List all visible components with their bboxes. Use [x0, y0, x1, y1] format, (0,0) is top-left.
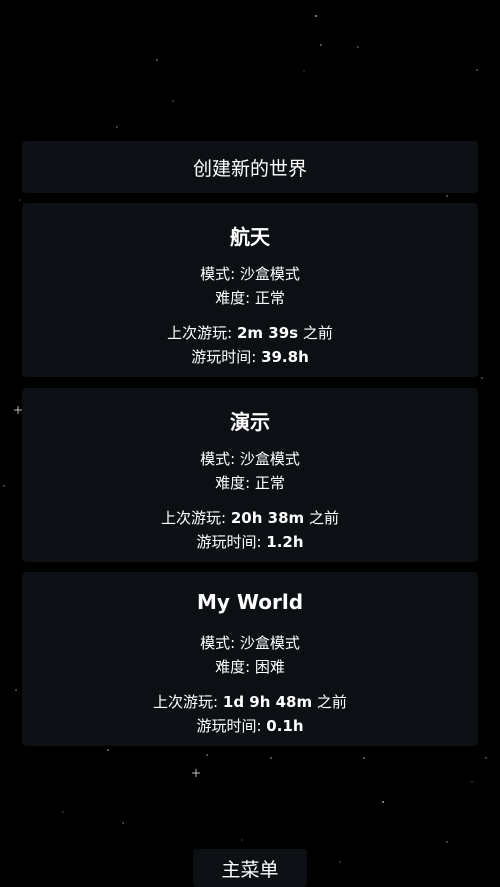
main-menu-button[interactable]: 主菜单	[193, 849, 307, 887]
world-play-time: 游玩时间: 1.2h	[196, 533, 304, 551]
world-last-played: 上次游玩: 20h 38m 之前	[161, 509, 339, 527]
world-name: 航天	[230, 225, 270, 249]
create-new-world-label: 创建新的世界	[192, 157, 307, 180]
main-menu-label: 主菜单	[221, 858, 279, 881]
world-mode: 模式: 沙盒模式	[200, 265, 300, 283]
world-difficulty: 难度: 正常	[215, 474, 285, 492]
world-card[interactable]: 航天 模式: 沙盒模式 难度: 正常 上次游玩: 2m 39s 之前 游玩时间:…	[22, 203, 478, 377]
create-new-world-button[interactable]: 创建新的世界	[22, 141, 478, 193]
world-card[interactable]: 演示 模式: 沙盒模式 难度: 正常 上次游玩: 20h 38m 之前 游玩时间…	[22, 388, 478, 562]
world-card[interactable]: My World 模式: 沙盒模式 难度: 困难 上次游玩: 1d 9h 48m…	[22, 572, 478, 746]
world-name: 演示	[230, 410, 270, 434]
world-last-played: 上次游玩: 2m 39s 之前	[167, 324, 333, 342]
world-difficulty: 难度: 正常	[215, 289, 285, 307]
world-play-time: 游玩时间: 39.8h	[191, 348, 309, 366]
world-play-time: 游玩时间: 0.1h	[196, 717, 304, 735]
world-last-played: 上次游玩: 1d 9h 48m 之前	[153, 693, 347, 711]
world-name: My World	[196, 590, 304, 614]
world-mode: 模式: 沙盒模式	[200, 450, 300, 468]
world-mode: 模式: 沙盒模式	[200, 634, 300, 652]
world-difficulty: 难度: 困难	[215, 658, 285, 676]
